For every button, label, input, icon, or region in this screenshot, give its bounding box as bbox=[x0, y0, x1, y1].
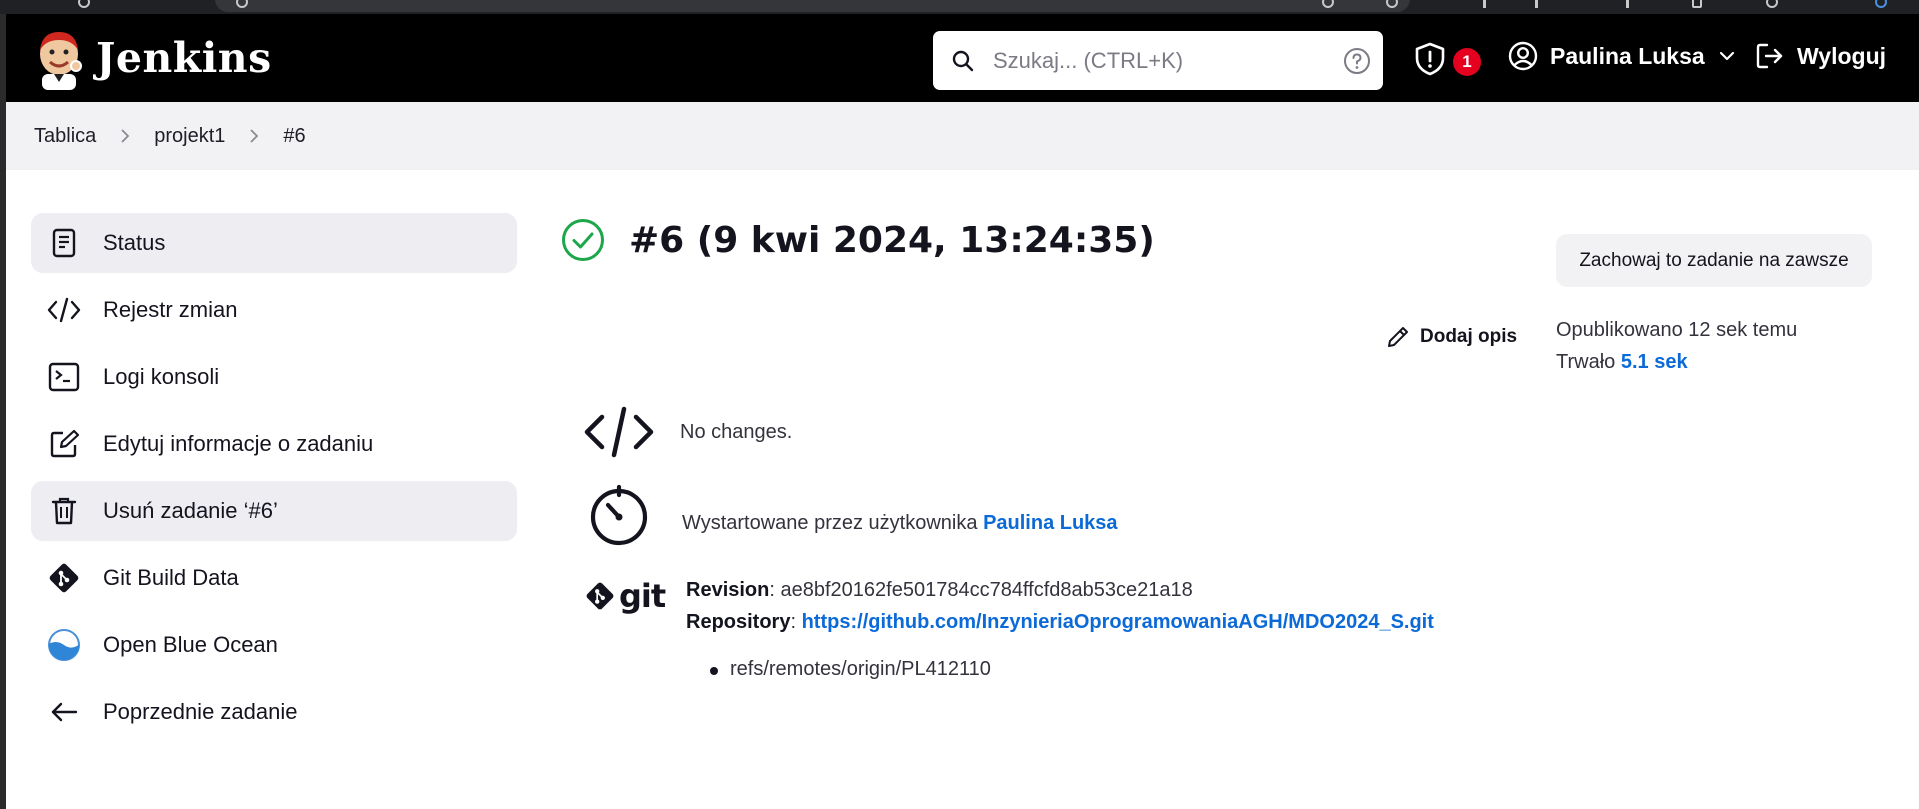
user-menu[interactable]: Paulina Luksa bbox=[1508, 41, 1735, 71]
page-header: Jenkins 1 Paulina Lu bbox=[6, 14, 1919, 102]
started-by-user-link[interactable]: Paulina Luksa bbox=[983, 512, 1118, 534]
profile-icon[interactable] bbox=[1875, 0, 1887, 8]
sidebar-item-label: Status bbox=[103, 230, 166, 255]
jenkins-app: Jenkins 1 Paulina Lu bbox=[6, 14, 1919, 809]
logout-icon bbox=[1756, 43, 1783, 69]
git-logo: git bbox=[585, 577, 666, 615]
toolbar-icon[interactable] bbox=[1535, 0, 1538, 8]
user-avatar-icon bbox=[1508, 41, 1538, 71]
sidebar: Status Rejestr zmian Logi konsoli Edytuj… bbox=[31, 213, 517, 749]
duration-line: Trwało 5.1 sek bbox=[1556, 346, 1797, 378]
sidebar-item-status[interactable]: Status bbox=[31, 213, 517, 273]
breadcrumb-build[interactable]: #6 bbox=[283, 125, 305, 148]
sidebar-item-edit[interactable]: Edytuj informacje o zadaniu bbox=[31, 414, 517, 474]
browser-icon bbox=[78, 0, 90, 8]
toolbar-icon[interactable] bbox=[1692, 0, 1702, 8]
revision-label: Revision bbox=[686, 579, 770, 601]
repository-link[interactable]: https://github.com/InzynieriaOprogramowa… bbox=[802, 611, 1434, 633]
logout-button[interactable]: Wyloguj bbox=[1755, 41, 1886, 71]
sidebar-item-label: Edytuj informacje o zadaniu bbox=[103, 431, 374, 456]
branch-list: refs/remotes/origin/PL412110 bbox=[710, 658, 991, 681]
git-logo-text: git bbox=[619, 577, 666, 615]
sidebar-item-previous-build[interactable]: Poprzednie zadanie bbox=[31, 682, 517, 742]
chevron-right-icon bbox=[121, 129, 130, 143]
sidebar-item-label: Logi konsoli bbox=[103, 364, 220, 389]
list-item: refs/remotes/origin/PL412110 bbox=[710, 658, 991, 680]
sidebar-item-label: Usuń zadanie ‘#6’ bbox=[103, 498, 278, 523]
started-by-text: Wystartowane przez użytkownika Paulina L… bbox=[682, 512, 1118, 535]
sidebar-item-changes[interactable]: Rejestr zmian bbox=[31, 280, 517, 340]
browser-chrome bbox=[0, 0, 1919, 14]
search-box[interactable] bbox=[933, 31, 1383, 90]
sidebar-item-label: Git Build Data bbox=[103, 565, 239, 590]
browser-address-bar[interactable] bbox=[215, 0, 1410, 12]
add-description-button[interactable]: Dodaj opis bbox=[1386, 325, 1517, 349]
security-shield-icon[interactable] bbox=[1414, 42, 1446, 76]
document-icon bbox=[47, 226, 81, 260]
sidebar-item-label: Open Blue Ocean bbox=[103, 632, 278, 657]
logout-label: Wyloguj bbox=[1797, 42, 1887, 69]
arrow-left-icon bbox=[47, 695, 81, 729]
add-description-label: Dodaj opis bbox=[1420, 326, 1518, 347]
help-icon[interactable] bbox=[1343, 47, 1371, 75]
revision-line: Revision: ae8bf20162fe501784cc784ffcfd8a… bbox=[686, 579, 1193, 601]
code-icon bbox=[584, 406, 654, 458]
toolbar-divider bbox=[1483, 0, 1486, 8]
toolbar-icon[interactable] bbox=[1766, 0, 1778, 8]
trash-icon bbox=[47, 494, 81, 528]
started-by-prefix: Wystartowane przez użytkownika bbox=[682, 511, 978, 534]
sidebar-item-blue-ocean[interactable]: Open Blue Ocean bbox=[31, 615, 517, 675]
sidebar-item-label: Poprzednie zadanie bbox=[103, 699, 298, 724]
sidebar-item-label: Rejestr zmian bbox=[103, 297, 238, 322]
pencil-icon bbox=[1388, 327, 1408, 347]
timer-icon bbox=[590, 484, 648, 546]
git-info: Revision: ae8bf20162fe501784cc784ffcfd8a… bbox=[686, 574, 1434, 638]
build-header: #6 (9 kwi 2024, 13:24:35) bbox=[561, 218, 1155, 262]
notification-badge[interactable]: 1 bbox=[1453, 48, 1481, 76]
breadcrumb-dashboard[interactable]: Tablica bbox=[34, 125, 96, 148]
terminal-icon bbox=[47, 360, 81, 394]
toolbar-icon[interactable] bbox=[1626, 0, 1629, 8]
changes-section: No changes. bbox=[584, 406, 792, 458]
repository-label: Repository bbox=[686, 611, 791, 633]
duration-prefix: Trwało bbox=[1556, 351, 1616, 373]
changes-text: No changes. bbox=[680, 420, 793, 443]
git-diamond-icon bbox=[586, 582, 614, 610]
jenkins-logo[interactable] bbox=[32, 30, 86, 90]
code-icon bbox=[47, 293, 81, 327]
breadcrumb: Tablica projekt1 #6 bbox=[6, 102, 1919, 170]
breadcrumb-project[interactable]: projekt1 bbox=[154, 125, 225, 148]
duration-link[interactable]: 5.1 sek bbox=[1621, 351, 1688, 373]
build-timing: Opublikowano 12 sek temu Trwało 5.1 sek bbox=[1556, 314, 1797, 378]
chevron-right-icon bbox=[250, 129, 259, 143]
sidebar-item-console[interactable]: Logi konsoli bbox=[31, 347, 517, 407]
revision-value: ae8bf20162fe501784cc784ffcfd8ab53ce21a18 bbox=[780, 579, 1193, 601]
edit-icon bbox=[47, 427, 81, 461]
keep-forever-button[interactable]: Zachowaj to zadanie na zawsze bbox=[1556, 234, 1872, 287]
git-icon bbox=[47, 561, 81, 595]
success-check-icon bbox=[562, 219, 604, 261]
sidebar-item-delete[interactable]: Usuń zadanie ‘#6’ bbox=[31, 481, 517, 541]
brand-name[interactable]: Jenkins bbox=[96, 34, 272, 82]
search-input[interactable] bbox=[993, 41, 1313, 80]
page-title: #6 (9 kwi 2024, 13:24:35) bbox=[629, 219, 1155, 261]
blue-ocean-icon bbox=[47, 628, 81, 662]
search-icon bbox=[952, 50, 974, 72]
jenkins-butler-icon bbox=[40, 32, 82, 90]
started-by-section: Wystartowane przez użytkownika Paulina L… bbox=[589, 484, 1118, 546]
published-text: Opublikowano 12 sek temu bbox=[1556, 319, 1798, 341]
repository-line: Repository: https://github.com/Inzynieri… bbox=[686, 611, 1434, 633]
user-name: Paulina Luksa bbox=[1550, 42, 1705, 69]
sidebar-item-git-build-data[interactable]: Git Build Data bbox=[31, 548, 517, 608]
chevron-down-icon bbox=[1719, 51, 1734, 61]
